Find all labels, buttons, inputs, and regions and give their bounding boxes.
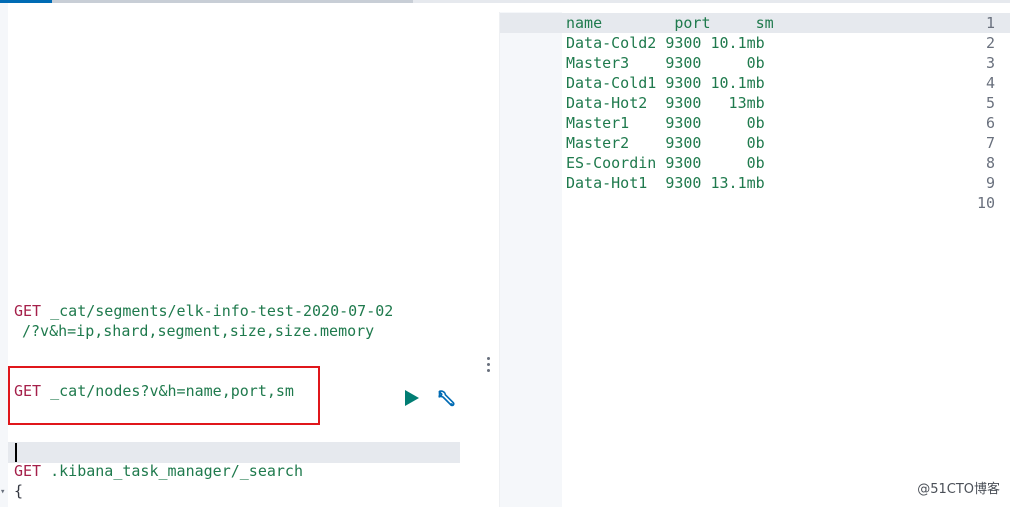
line-number: 6: [985, 114, 995, 132]
segments-request-continuation[interactable]: /?v&h=ip,shard,segment,size,size.memory: [22, 321, 374, 341]
line-number: 3: [985, 54, 995, 72]
editor-gutter: [0, 3, 8, 507]
task-manager-request-line[interactable]: GET .kibana_task_manager/_search: [14, 461, 303, 481]
response-output[interactable]: 1 2 3 4 5 6 7 8 9 10 name port sm Data-C…: [499, 12, 1010, 507]
line-number: 2: [985, 34, 995, 52]
line-number: 9: [985, 174, 995, 192]
line-number: 8: [985, 154, 995, 172]
request-editor[interactable]: GET _cat/segments/elk-info-test-2020-07-…: [0, 3, 484, 507]
output-row: ES-Coordin 9300 0b: [566, 154, 765, 172]
output-row: Data-Hot2 9300 13mb: [566, 94, 765, 112]
request-method: GET: [14, 302, 42, 320]
active-line-highlight: [8, 442, 460, 463]
output-row: Master2 9300 0b: [566, 134, 765, 152]
request-method: GET: [14, 462, 42, 480]
output-row: Master3 9300 0b: [566, 54, 765, 72]
request-settings-button[interactable]: [434, 387, 458, 411]
request-body-brace[interactable]: {: [14, 481, 23, 501]
fold-chevron-icon[interactable]: ▾: [0, 487, 5, 497]
output-line-numbers: [500, 12, 562, 507]
line-number: 5: [985, 94, 995, 112]
text-cursor: [15, 443, 17, 462]
output-row: Data-Hot1 9300 13.1mb: [566, 174, 765, 192]
request-path: _cat/segments/elk-info-test-2020-07-02: [50, 302, 394, 320]
line-number: 4: [985, 74, 995, 92]
line-number: 7: [985, 134, 995, 152]
wrench-icon: [438, 390, 455, 407]
line-number: 10: [976, 194, 995, 212]
nodes-request-line[interactable]: GET _cat/nodes?v&h=name,port,sm: [14, 381, 294, 401]
request-path: _cat/nodes?v&h=name,port,sm: [50, 382, 294, 400]
watermark: @51CTO博客: [917, 482, 1000, 497]
line-number: 1: [985, 14, 995, 32]
play-icon: [405, 390, 419, 406]
request-method: GET: [14, 382, 42, 400]
send-request-button[interactable]: [402, 388, 422, 408]
output-row: Master1 9300 0b: [566, 114, 765, 132]
output-row: Data-Cold1 9300 10.1mb: [566, 74, 765, 92]
output-row: Data-Cold2 9300 10.1mb: [566, 34, 765, 52]
output-header-line: name port sm: [566, 14, 774, 32]
request-path: .kibana_task_manager/_search: [50, 462, 303, 480]
segments-request-line[interactable]: GET _cat/segments/elk-info-test-2020-07-…: [14, 301, 393, 321]
pane-resize-handle[interactable]: [486, 357, 492, 375]
